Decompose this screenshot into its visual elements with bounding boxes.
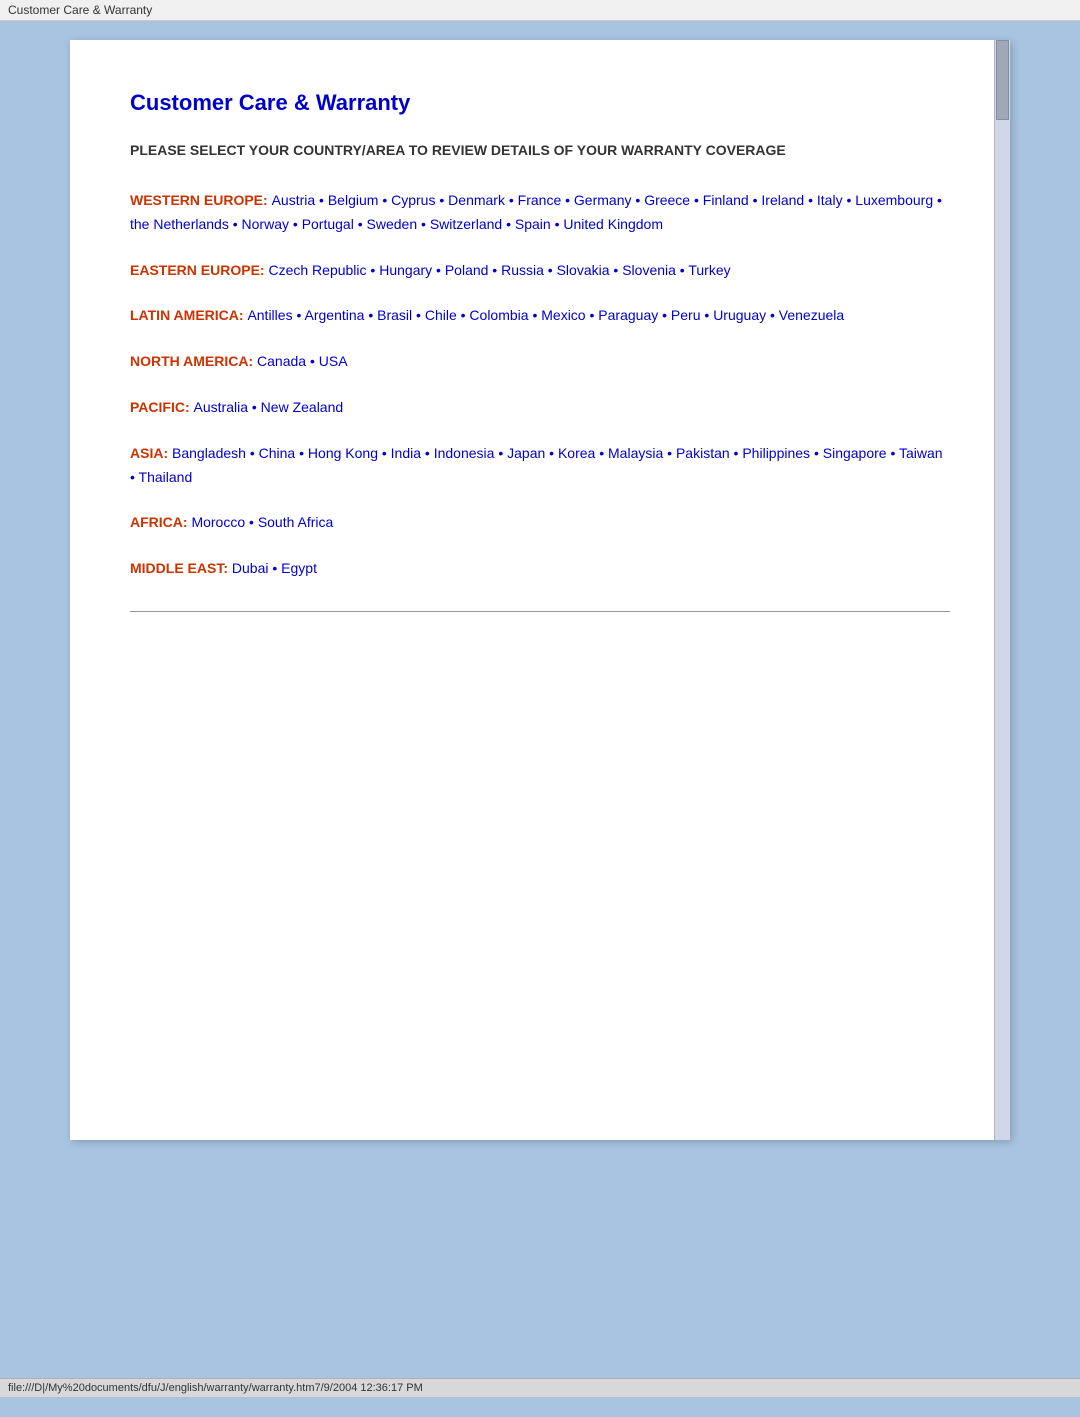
country-link-the-netherlands[interactable]: the Netherlands: [130, 216, 229, 232]
country-link-usa[interactable]: USA: [319, 353, 348, 369]
country-link-spain[interactable]: Spain: [515, 216, 551, 232]
region-countries-north-america: Canada • USA: [257, 353, 348, 369]
country-link-slovakia[interactable]: Slovakia: [557, 262, 610, 278]
country-link-finland[interactable]: Finland: [703, 192, 749, 208]
region-label-pacific: PACIFIC:: [130, 399, 194, 415]
country-link-south-africa[interactable]: South Africa: [258, 514, 334, 530]
page-title: Customer Care & Warranty: [130, 90, 950, 116]
country-link-hungary[interactable]: Hungary: [379, 262, 432, 278]
country-link-russia[interactable]: Russia: [501, 262, 544, 278]
title-bar: Customer Care & Warranty: [0, 0, 1080, 21]
region-africa: AFRICA: Morocco • South Africa: [130, 511, 950, 535]
country-link-mexico[interactable]: Mexico: [541, 307, 585, 323]
country-link-czech-republic[interactable]: Czech Republic: [268, 262, 366, 278]
country-link-germany[interactable]: Germany: [574, 192, 632, 208]
country-link-japan[interactable]: Japan: [507, 445, 545, 461]
page-container: Customer Care & Warranty PLEASE SELECT Y…: [70, 40, 1010, 1140]
country-link-taiwan[interactable]: Taiwan: [899, 445, 943, 461]
country-link-egypt[interactable]: Egypt: [281, 560, 317, 576]
region-north-america: NORTH AMERICA: Canada • USA: [130, 350, 950, 374]
country-link-france[interactable]: France: [518, 192, 562, 208]
country-link-denmark[interactable]: Denmark: [448, 192, 505, 208]
country-link-greece[interactable]: Greece: [644, 192, 690, 208]
region-countries-pacific: Australia • New Zealand: [194, 399, 344, 415]
region-countries-africa: Morocco • South Africa: [191, 514, 333, 530]
country-link-pakistan[interactable]: Pakistan: [676, 445, 730, 461]
region-label-eastern-europe: EASTERN EUROPE:: [130, 262, 268, 278]
country-link-slovenia[interactable]: Slovenia: [622, 262, 676, 278]
country-link-ireland[interactable]: Ireland: [761, 192, 804, 208]
country-link-switzerland[interactable]: Switzerland: [430, 216, 502, 232]
region-countries-eastern-europe: Czech Republic • Hungary • Poland • Russ…: [268, 262, 730, 278]
country-link-belgium[interactable]: Belgium: [328, 192, 379, 208]
region-pacific: PACIFIC: Australia • New Zealand: [130, 396, 950, 420]
country-link-china[interactable]: China: [259, 445, 296, 461]
country-link-uruguay[interactable]: Uruguay: [713, 307, 766, 323]
country-link-hong-kong[interactable]: Hong Kong: [308, 445, 378, 461]
region-asia: ASIA: Bangladesh • China • Hong Kong • I…: [130, 442, 950, 490]
country-link-brasil[interactable]: Brasil: [377, 307, 412, 323]
title-bar-text: Customer Care & Warranty: [8, 3, 152, 17]
country-link-turkey[interactable]: Turkey: [688, 262, 730, 278]
region-latin-america: LATIN AMERICA: Antilles • Argentina • Br…: [130, 304, 950, 328]
section-separator: [130, 611, 950, 612]
country-link-canada[interactable]: Canada: [257, 353, 306, 369]
region-label-asia: ASIA:: [130, 445, 172, 461]
region-label-western-europe: WESTERN EUROPE:: [130, 192, 272, 208]
scrollbar-thumb[interactable]: [996, 40, 1009, 120]
country-link-chile[interactable]: Chile: [425, 307, 457, 323]
region-countries-asia: Bangladesh • China • Hong Kong • India •…: [130, 445, 943, 485]
region-countries-latin-america: Antilles • Argentina • Brasil • Chile • …: [247, 307, 844, 323]
country-link-morocco[interactable]: Morocco: [191, 514, 245, 530]
warranty-subtitle: PLEASE SELECT YOUR COUNTRY/AREA TO REVIE…: [130, 140, 950, 161]
region-label-north-america: NORTH AMERICA:: [130, 353, 257, 369]
country-link-singapore[interactable]: Singapore: [823, 445, 887, 461]
country-link-portugal[interactable]: Portugal: [302, 216, 354, 232]
country-link-united-kingdom[interactable]: United Kingdom: [563, 216, 663, 232]
country-link-paraguay[interactable]: Paraguay: [598, 307, 658, 323]
country-link-sweden[interactable]: Sweden: [367, 216, 418, 232]
country-link-new-zealand[interactable]: New Zealand: [261, 399, 344, 415]
region-middle-east: MIDDLE EAST: Dubai • Egypt: [130, 557, 950, 581]
status-bar-text: file:///D|/My%20documents/dfu/J/english/…: [8, 1382, 423, 1394]
country-link-norway[interactable]: Norway: [242, 216, 289, 232]
country-link-bangladesh[interactable]: Bangladesh: [172, 445, 246, 461]
region-western-europe: WESTERN EUROPE: Austria • Belgium • Cypr…: [130, 189, 950, 237]
country-link-argentina[interactable]: Argentina: [305, 307, 365, 323]
regions-container: WESTERN EUROPE: Austria • Belgium • Cypr…: [130, 189, 950, 581]
region-label-middle-east: MIDDLE EAST:: [130, 560, 232, 576]
country-link-antilles[interactable]: Antilles: [247, 307, 292, 323]
region-label-africa: AFRICA:: [130, 514, 191, 530]
country-link-venezuela[interactable]: Venezuela: [779, 307, 844, 323]
status-bar: file:///D|/My%20documents/dfu/J/english/…: [0, 1378, 1080, 1397]
country-link-colombia[interactable]: Colombia: [469, 307, 528, 323]
scrollbar[interactable]: [994, 40, 1010, 1140]
region-eastern-europe: EASTERN EUROPE: Czech Republic • Hungary…: [130, 259, 950, 283]
country-link-italy[interactable]: Italy: [817, 192, 843, 208]
country-link-poland[interactable]: Poland: [445, 262, 489, 278]
country-link-india[interactable]: India: [391, 445, 421, 461]
country-link-australia[interactable]: Australia: [194, 399, 248, 415]
country-link-austria[interactable]: Austria: [272, 192, 316, 208]
country-link-korea[interactable]: Korea: [558, 445, 595, 461]
region-countries-middle-east: Dubai • Egypt: [232, 560, 317, 576]
country-link-cyprus[interactable]: Cyprus: [391, 192, 435, 208]
country-link-thailand[interactable]: Thailand: [139, 469, 193, 485]
country-link-indonesia[interactable]: Indonesia: [434, 445, 495, 461]
country-link-dubai[interactable]: Dubai: [232, 560, 269, 576]
region-label-latin-america: LATIN AMERICA:: [130, 307, 247, 323]
country-link-philippines[interactable]: Philippines: [742, 445, 810, 461]
browser-wrapper: Customer Care & Warranty PLEASE SELECT Y…: [0, 20, 1080, 1160]
country-link-luxembourg[interactable]: Luxembourg: [855, 192, 933, 208]
country-link-malaysia[interactable]: Malaysia: [608, 445, 663, 461]
country-link-peru[interactable]: Peru: [671, 307, 701, 323]
